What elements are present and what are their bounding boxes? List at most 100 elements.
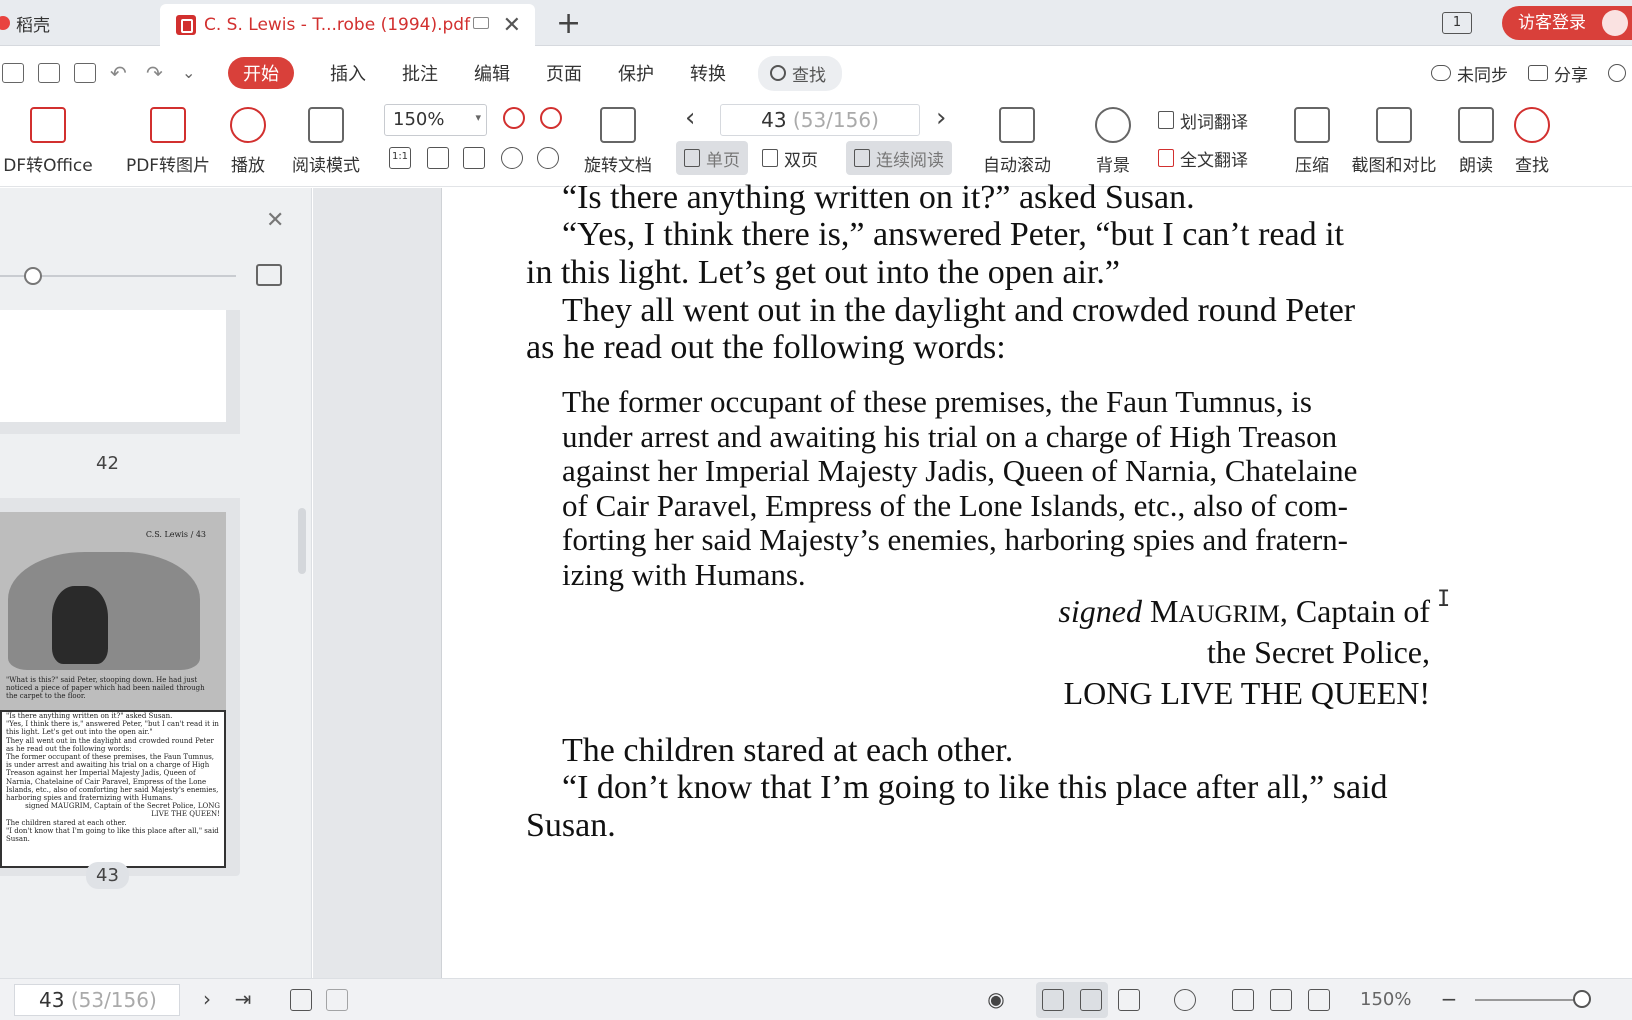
paragraph-line: “I don’t know that I’m going to like thi…: [562, 769, 1388, 806]
tab-home[interactable]: 稻壳: [0, 0, 158, 46]
play-button[interactable]: 播放: [228, 99, 268, 187]
undo-icon[interactable]: ↶: [110, 63, 132, 83]
double-view-icon[interactable]: [1118, 989, 1140, 1011]
status-page-total: (53/156): [70, 988, 157, 1012]
auto-scroll-icon: [999, 107, 1035, 143]
menu-edit[interactable]: 编辑: [474, 60, 510, 86]
thumbnail-page-42[interactable]: [0, 310, 240, 434]
fit-page-icon[interactable]: [1270, 989, 1292, 1011]
signature-line-2: the Secret Police,: [1206, 634, 1430, 670]
prev-page-icon[interactable]: ‹: [685, 103, 695, 133]
document-canvas: “Is there anything written on it?” asked…: [313, 179, 1632, 978]
find-button[interactable]: 查找: [1512, 99, 1552, 187]
rotate-doc-button[interactable]: 旋转文档: [580, 99, 656, 187]
save-icon[interactable]: [38, 63, 60, 83]
back-icon[interactable]: [290, 989, 312, 1011]
menu-protect[interactable]: 保护: [618, 60, 654, 86]
double-page-icon: [762, 149, 778, 167]
notice-line: under arrest and awaiting his trial on a…: [562, 419, 1338, 454]
compress-button[interactable]: 压缩: [1292, 99, 1332, 187]
sidebar-scrollbar[interactable]: [298, 508, 306, 574]
continuous-read-button[interactable]: 连续阅读: [846, 141, 952, 175]
actual-size-icon[interactable]: 1:1: [389, 147, 411, 169]
open-folder-icon[interactable]: [2, 63, 24, 83]
screenshot-compare-label: 截图和对比: [1351, 156, 1437, 176]
settings-icon[interactable]: [1608, 64, 1626, 82]
notice-line: izing with Humans.: [562, 557, 806, 592]
background-button[interactable]: 背景: [1088, 99, 1138, 187]
notice-line: of Cair Paravel, Empress of the Lone Isl…: [562, 488, 1348, 523]
fit-width-icon[interactable]: [1308, 989, 1330, 1011]
pdf-to-image-button[interactable]: PDF转图片: [120, 99, 216, 187]
new-tab-button[interactable]: +: [556, 6, 581, 41]
menu-insert[interactable]: 插入: [330, 60, 366, 86]
background-label: 背景: [1096, 156, 1130, 176]
window-layout-icon[interactable]: 1: [1442, 12, 1472, 34]
actual-size-icon[interactable]: [1232, 989, 1254, 1011]
image-icon[interactable]: [256, 264, 282, 286]
search-button[interactable]: 查找: [758, 55, 842, 91]
next-page-icon[interactable]: ›: [936, 103, 946, 133]
monitor-icon[interactable]: [473, 17, 489, 29]
zoom-out-icon[interactable]: −: [1438, 989, 1460, 1011]
zoom-in-icon[interactable]: [540, 107, 562, 129]
close-tab-icon[interactable]: ✕: [503, 13, 521, 38]
sync-button[interactable]: 未同步: [1431, 61, 1508, 86]
menu-convert[interactable]: 转换: [690, 60, 726, 86]
redo-icon[interactable]: ↷: [146, 63, 168, 83]
single-page-button[interactable]: 单页: [676, 141, 748, 175]
last-page-icon[interactable]: ⇥: [232, 989, 254, 1011]
tab-document[interactable]: C. S. Lewis - T...robe (1994).pdf ✕: [160, 4, 535, 46]
double-page-button[interactable]: 双页: [754, 141, 826, 175]
text-cursor-icon: I: [1437, 587, 1451, 612]
auto-scroll-label: 自动滚动: [983, 156, 1051, 176]
book-icon: [308, 107, 344, 143]
eye-icon[interactable]: ◉: [985, 989, 1007, 1011]
auto-scroll-button[interactable]: 自动滚动: [974, 99, 1060, 187]
screenshot-compare-button[interactable]: 截图和对比: [1348, 99, 1440, 187]
next-page-icon[interactable]: ›: [196, 989, 218, 1011]
menu-page[interactable]: 页面: [546, 60, 582, 86]
page-number-input[interactable]: 43 (53/156): [720, 104, 920, 136]
full-translate-icon: [1158, 149, 1174, 167]
play-icon: [230, 107, 266, 143]
zoom-out-icon[interactable]: [503, 107, 525, 129]
rotate-left-icon[interactable]: [501, 147, 523, 169]
menu-annotate[interactable]: 批注: [402, 60, 438, 86]
rotate-right-icon[interactable]: [537, 147, 559, 169]
pdf-to-office-button[interactable]: DF转Office: [0, 99, 96, 187]
fit-page-icon[interactable]: [427, 147, 449, 169]
paragraph-line: as he read out the following words:: [526, 329, 1006, 366]
play-label: 播放: [231, 156, 265, 176]
zoom-slider-knob[interactable]: [1573, 990, 1591, 1008]
thumbnail-viewport-frame[interactable]: "Is there anything written on it?" asked…: [0, 710, 226, 868]
read-aloud-icon: [1458, 107, 1494, 143]
thumbnail-page-43[interactable]: C.S. Lewis / 43 "What is this?" said Pet…: [0, 498, 240, 876]
close-sidebar-icon[interactable]: ✕: [266, 208, 284, 233]
print-icon[interactable]: [74, 63, 96, 83]
status-zoom-select[interactable]: 150%: [1360, 989, 1411, 1010]
customize-chevron-icon[interactable]: ⌄: [182, 63, 204, 83]
continuous-view-icon[interactable]: [1042, 989, 1064, 1011]
menu-start[interactable]: 开始: [228, 57, 294, 89]
fit-width-icon[interactable]: [463, 147, 485, 169]
play-icon[interactable]: [1174, 989, 1196, 1011]
status-page-input[interactable]: 43 (53/156): [14, 984, 180, 1016]
zoom-select[interactable]: 150%: [384, 104, 487, 136]
zoom-slider[interactable]: [1475, 999, 1585, 1001]
read-aloud-button[interactable]: 朗读: [1456, 99, 1496, 187]
paragraph-line: The children stared at each other.: [562, 732, 1014, 769]
sync-label: 未同步: [1457, 65, 1508, 86]
share-button[interactable]: 分享: [1528, 61, 1588, 86]
single-view-icon[interactable]: [1080, 989, 1102, 1011]
signer-name-rest: AUGRIM: [1178, 601, 1280, 628]
reading-mode-button[interactable]: 阅读模式: [288, 99, 364, 187]
full-translate-button[interactable]: 全文翻译: [1150, 141, 1256, 175]
thumbnail-size-knob[interactable]: [24, 267, 42, 285]
word-translate-button[interactable]: 划词翻译: [1150, 103, 1256, 137]
paragraph-line: Susan.: [526, 807, 616, 844]
notice-line: against her Imperial Majesty Jadis, Quee…: [562, 453, 1358, 488]
forward-icon[interactable]: [326, 989, 348, 1011]
pdf-page: “Is there anything written on it?” asked…: [441, 179, 1632, 978]
login-button[interactable]: 访客登录: [1502, 6, 1632, 40]
